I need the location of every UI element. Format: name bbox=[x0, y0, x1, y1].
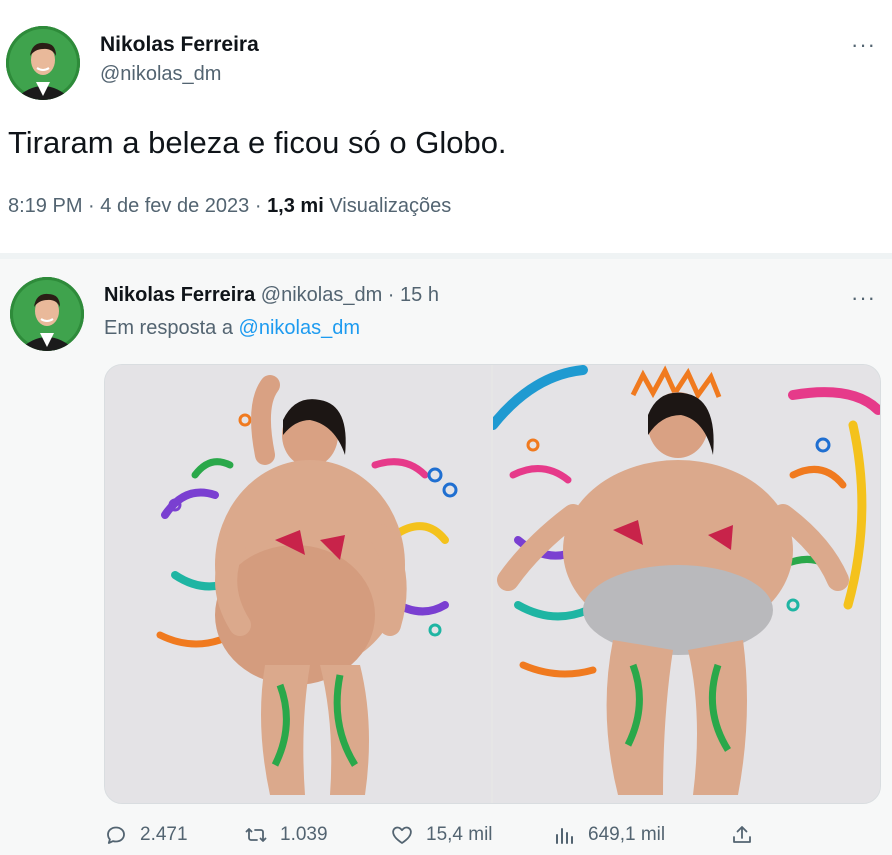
meta-separator: · bbox=[82, 195, 101, 217]
heart-icon bbox=[392, 826, 412, 844]
tweet-meta: 8:19 PM · 4 de fev de 2023 · 1,3 mi Visu… bbox=[8, 195, 451, 218]
like-button[interactable]: 15,4 mil bbox=[390, 823, 493, 847]
author-name[interactable]: Nikolas Ferreira bbox=[104, 284, 255, 306]
share-icon bbox=[733, 826, 751, 843]
quoted-header: Nikolas Ferreira @nikolas_dm · 15 h bbox=[104, 284, 439, 307]
reply-handle-link[interactable]: @nikolas_dm bbox=[239, 317, 360, 339]
views-count: 1,3 mi bbox=[267, 195, 324, 217]
header-separator: · bbox=[382, 284, 401, 306]
reply-button[interactable]: 2.471 bbox=[104, 823, 188, 847]
main-tweet: Nikolas Ferreira @nikolas_dm ··· Tiraram… bbox=[0, 0, 892, 253]
like-count: 15,4 mil bbox=[426, 824, 493, 845]
share-button[interactable] bbox=[730, 823, 754, 847]
retweet-button[interactable]: 1.039 bbox=[244, 823, 328, 847]
tweet-time[interactable]: 8:19 PM bbox=[8, 195, 82, 217]
author-handle[interactable]: @nikolas_dm bbox=[261, 284, 382, 306]
author-name[interactable]: Nikolas Ferreira bbox=[100, 33, 259, 57]
reply-prefix: Em resposta a bbox=[104, 317, 233, 339]
media-grid bbox=[104, 364, 881, 804]
more-options-icon[interactable]: ··· bbox=[851, 287, 876, 309]
reply-context: Em resposta a @nikolas_dm bbox=[104, 317, 360, 340]
retweet-icon bbox=[245, 828, 267, 842]
views-count: 649,1 mil bbox=[588, 824, 666, 845]
tweet-date[interactable]: 4 de fev de 2023 bbox=[100, 195, 249, 217]
photo-left[interactable] bbox=[105, 365, 491, 803]
meta-separator: · bbox=[249, 195, 268, 217]
avatar[interactable] bbox=[6, 26, 80, 100]
views-button[interactable]: 649,1 mil bbox=[552, 823, 665, 847]
views-label: Visualizações bbox=[329, 195, 452, 217]
quoted-tweet[interactable]: Nikolas Ferreira @nikolas_dm · 15 h ··· … bbox=[0, 259, 892, 855]
retweet-count: 1.039 bbox=[280, 824, 328, 845]
analytics-icon bbox=[556, 828, 573, 844]
avatar[interactable] bbox=[10, 277, 84, 351]
more-options-icon[interactable]: ··· bbox=[851, 34, 876, 56]
author-handle[interactable]: @nikolas_dm bbox=[100, 63, 221, 86]
tweet-text: Tiraram a beleza e ficou só o Globo. bbox=[8, 125, 507, 160]
tweet-age[interactable]: 15 h bbox=[400, 284, 439, 306]
photo-right[interactable] bbox=[493, 365, 880, 803]
action-bar: 2.471 1.039 15,4 mil 649,1 mil bbox=[104, 823, 864, 855]
reply-count: 2.471 bbox=[140, 824, 188, 845]
reply-icon bbox=[107, 826, 125, 844]
